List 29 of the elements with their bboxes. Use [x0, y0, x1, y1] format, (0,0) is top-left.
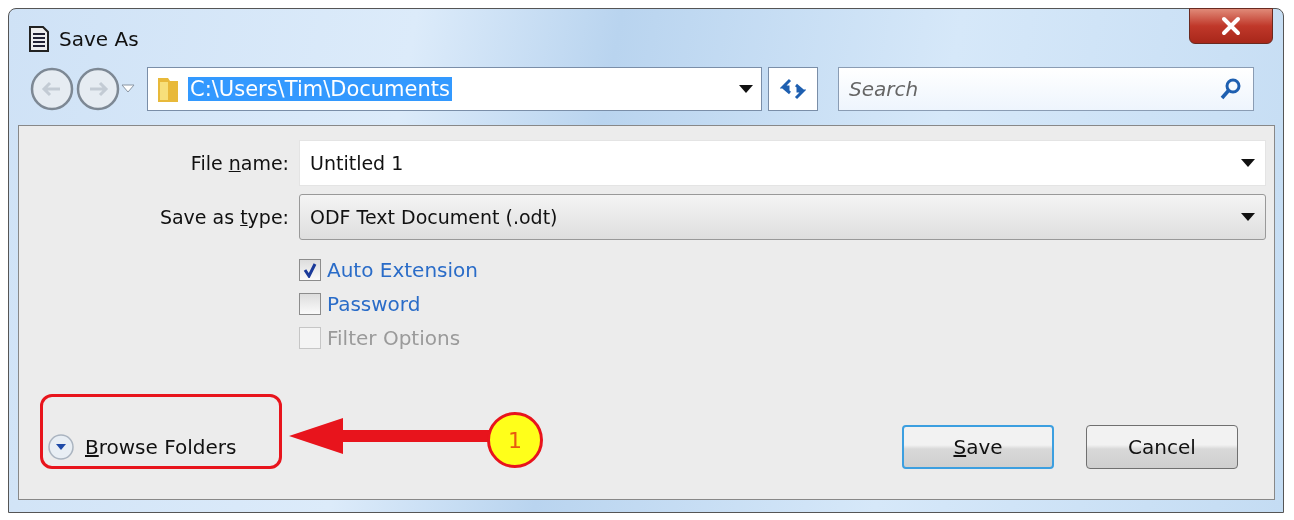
file-name-field[interactable]: Untitled 1 — [299, 140, 1266, 186]
field-label: Save as type: — [158, 206, 290, 228]
forward-button[interactable] — [75, 66, 121, 112]
folder-path: C:\Users\Tim\Documents — [188, 77, 452, 101]
search-field[interactable]: Search — [838, 67, 1254, 111]
checkbox-label: Filter Options — [327, 326, 461, 350]
refresh-icon — [780, 78, 806, 100]
close-button[interactable] — [1189, 8, 1273, 44]
document-icon — [27, 25, 51, 53]
browse-folders-button[interactable]: Browse Folders — [47, 433, 237, 461]
expand-icon — [47, 433, 75, 461]
checkbox[interactable] — [299, 293, 321, 315]
dropdown-arrow-icon[interactable] — [739, 85, 753, 93]
step-number-badge: 1 — [487, 412, 543, 468]
dialog-button[interactable]: Save — [902, 425, 1054, 469]
checkbox-label: Auto Extension — [327, 258, 478, 282]
checkbox[interactable] — [299, 259, 321, 281]
close-icon — [1219, 16, 1243, 36]
field-label: File name: — [189, 152, 290, 174]
file-type-dropdown[interactable]: ODF Text Document (.odt) — [299, 194, 1266, 240]
back-button[interactable] — [29, 66, 75, 112]
refresh-button[interactable] — [768, 67, 818, 111]
window-title: Save As — [59, 27, 139, 51]
history-dropdown-icon[interactable] — [121, 84, 135, 94]
search-icon — [1220, 78, 1242, 100]
dropdown-arrow-icon — [1241, 213, 1255, 221]
dropdown-arrow-icon[interactable] — [1241, 159, 1255, 167]
dialog-button[interactable]: Cancel — [1086, 425, 1238, 469]
checkbox-label: Password — [327, 292, 421, 316]
